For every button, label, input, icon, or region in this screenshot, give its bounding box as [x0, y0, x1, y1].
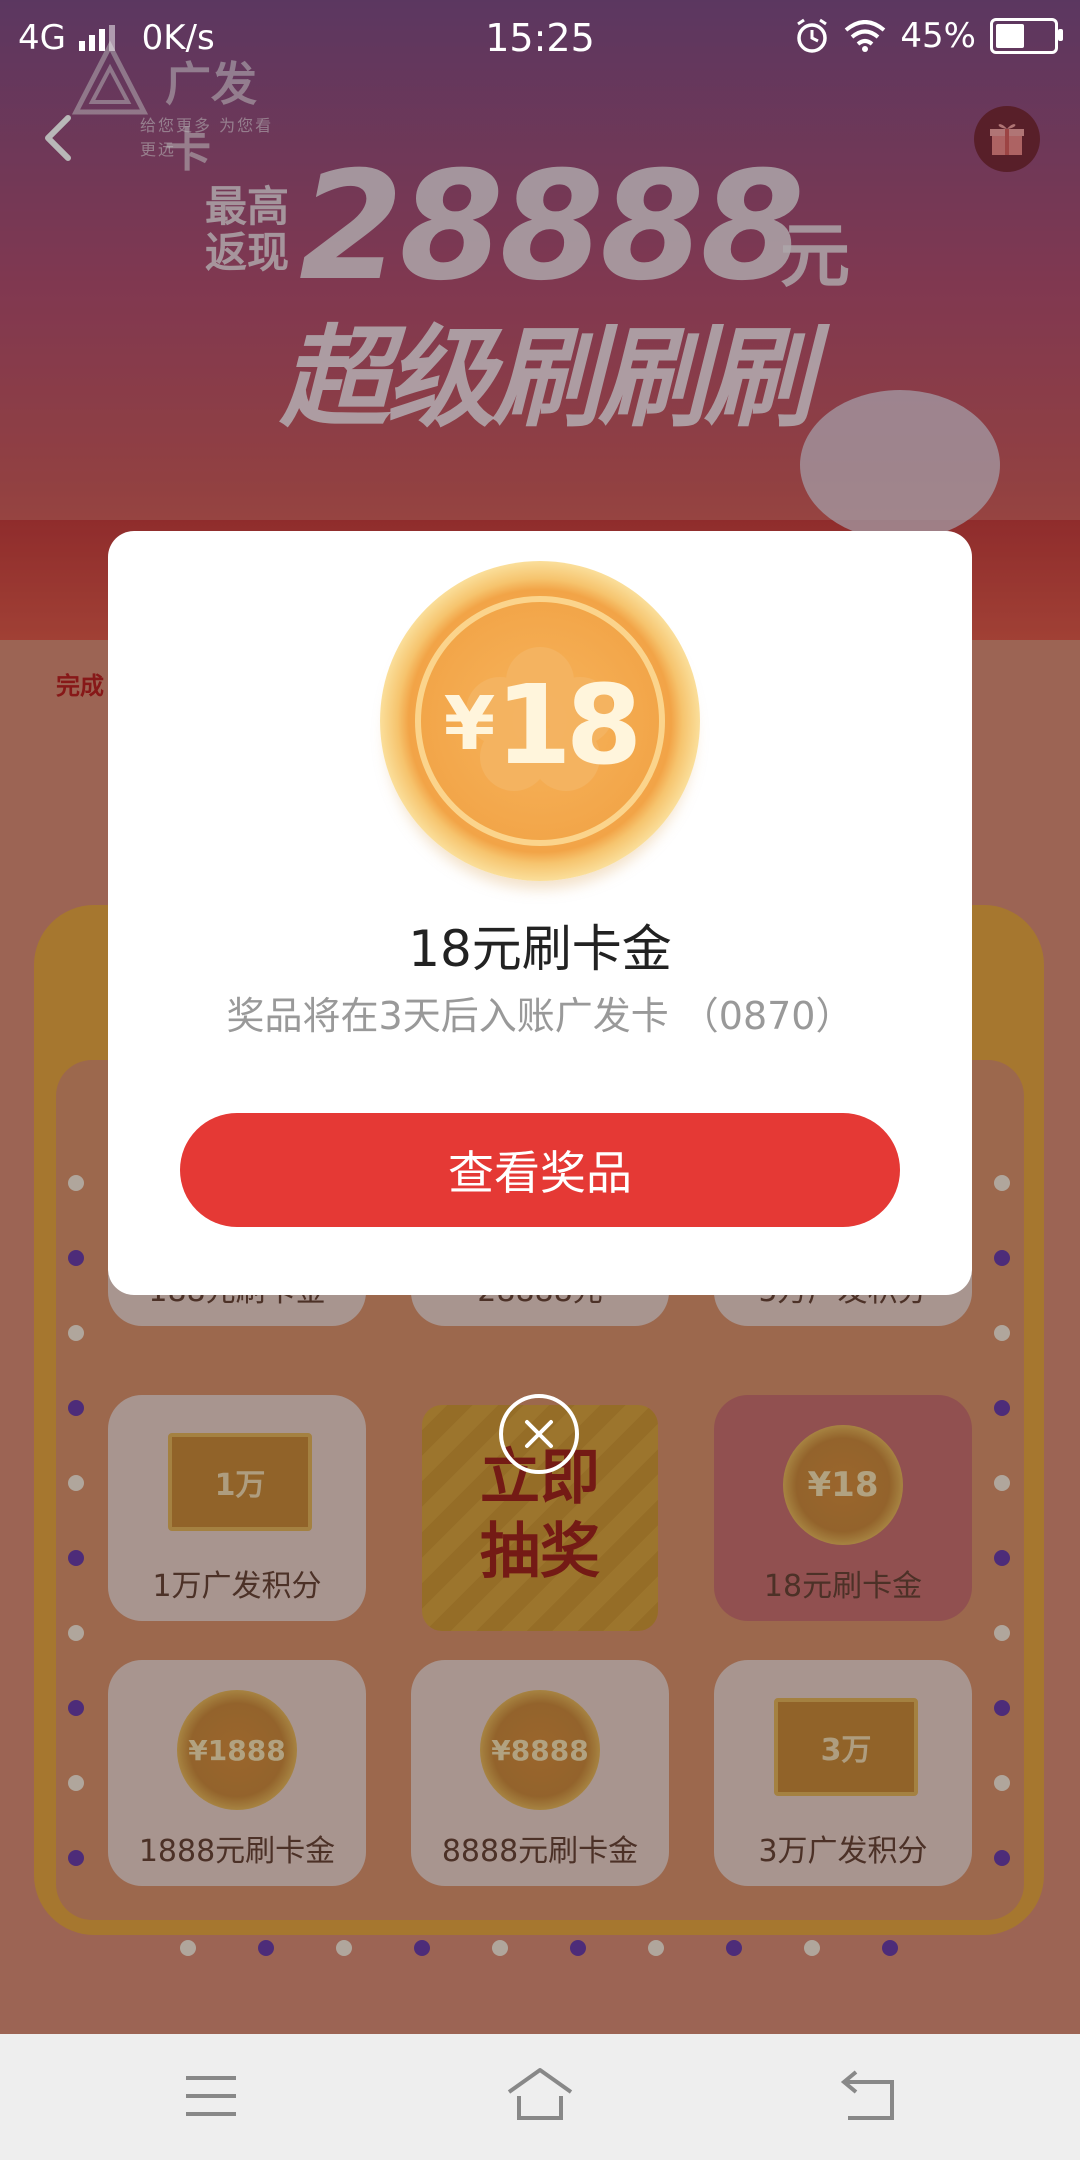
status-bar: 4G 0K/s 15:25 45%	[0, 0, 1080, 74]
alarm-icon	[797, 18, 828, 53]
prize-description: 奖品将在3天后入账广发卡 （0870）	[226, 994, 854, 1038]
return-button[interactable]	[834, 2064, 904, 2128]
home-icon	[507, 2068, 573, 2120]
coin-value: ¥18	[380, 661, 700, 789]
close-icon	[525, 1420, 553, 1448]
prize-coin-icon: ¥18	[380, 561, 700, 881]
coin-symbol: ¥	[443, 681, 495, 767]
prize-dialog: ¥18 18元刷卡金 奖品将在3天后入账广发卡 （0870） 查看奖品	[108, 531, 972, 1295]
menu-button[interactable]	[176, 2064, 246, 2128]
view-prize-button[interactable]: 查看奖品	[180, 1113, 900, 1227]
wifi-icon	[845, 20, 886, 52]
close-dialog-button[interactable]	[499, 1394, 579, 1474]
battery-percent: 45%	[900, 16, 976, 56]
menu-icon	[186, 2076, 236, 2116]
coin-number: 18	[495, 661, 642, 789]
status-right: 45%	[794, 16, 1063, 56]
battery-icon	[990, 18, 1063, 54]
system-nav-bar	[0, 2034, 1080, 2160]
return-icon	[840, 2070, 894, 2120]
prize-title: 18元刷卡金	[408, 920, 672, 978]
home-button[interactable]	[505, 2064, 575, 2128]
